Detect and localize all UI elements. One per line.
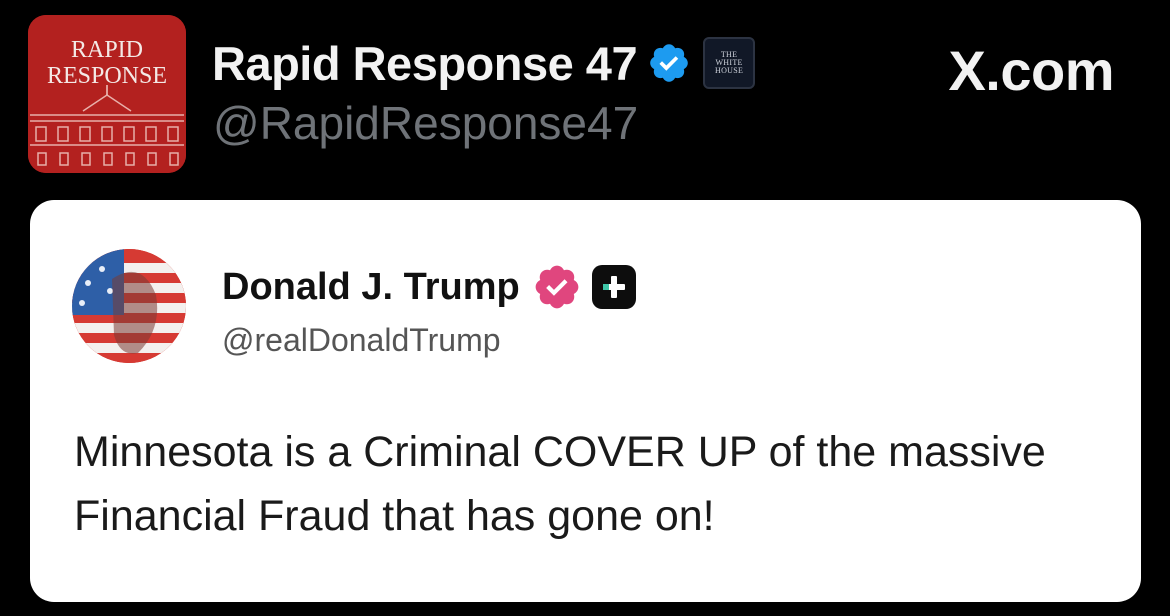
quoted-name-row: Donald J. Trump (222, 262, 636, 312)
rapid-response-avatar[interactable]: RAPID RESPONSE (28, 15, 186, 173)
quoted-post-text: Minnesota is a Criminal COVER UP of the … (74, 428, 1046, 540)
account-display-name[interactable]: Rapid Response 47 (212, 36, 638, 91)
site-label: X.com (948, 39, 1114, 102)
quoted-post-card[interactable]: Donald J. Trump @realDonaldTrump Minneso… (30, 200, 1141, 602)
account-name-row: Rapid Response 47 THE WHITE HOUSE (212, 30, 756, 96)
pink-verified-badge-icon (535, 265, 579, 309)
quoted-handle[interactable]: @realDonaldTrump (222, 322, 501, 359)
verified-badge-icon (650, 44, 688, 82)
post-header: RAPID RESPONSE Rapid Response 47 THE WHI… (0, 0, 1170, 190)
trump-avatar[interactable] (72, 249, 186, 363)
white-house-affiliation-badge[interactable]: THE WHITE HOUSE (703, 37, 756, 89)
plus-accent-dot (602, 284, 609, 290)
plus-bar-vertical (610, 276, 617, 298)
quoted-display-name[interactable]: Donald J. Trump (222, 266, 520, 309)
truth-social-plus-icon (591, 265, 636, 309)
affiliation-badge-line3: HOUSE (715, 66, 744, 75)
account-handle[interactable]: @RapidResponse47 (213, 96, 638, 150)
avatar-text-line1: RAPID (71, 37, 143, 63)
